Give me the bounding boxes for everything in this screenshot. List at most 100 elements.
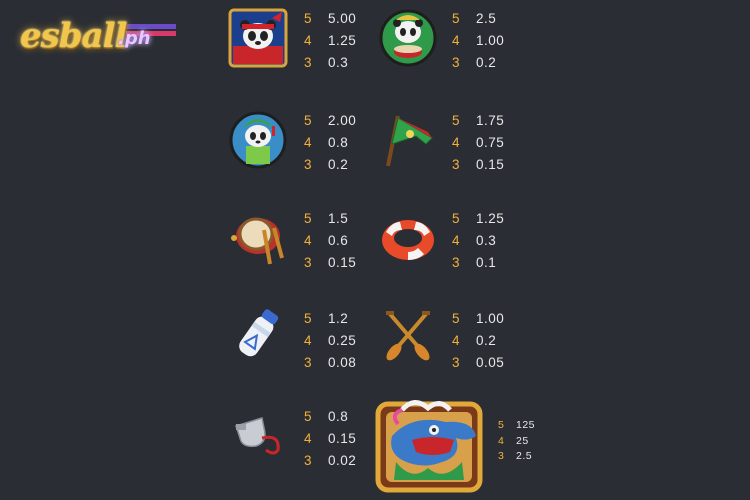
match-count: 3	[304, 355, 312, 370]
payout-value: 0.75	[476, 135, 505, 150]
match-count: 3	[498, 450, 504, 462]
match-count: 5	[452, 211, 460, 226]
payout-value: 0.8	[328, 409, 349, 424]
panda-drum-icon	[379, 9, 437, 67]
payout-value: 0.08	[328, 355, 357, 370]
match-count: 3	[452, 255, 460, 270]
pay-row: 4 0.2	[452, 330, 504, 352]
match-count: 5	[304, 409, 312, 424]
pay-row: 3 0.3	[304, 52, 356, 74]
payout-value: 0.8	[328, 135, 349, 150]
pay-row: 5 1.5	[304, 208, 356, 230]
match-count: 4	[498, 434, 504, 447]
brand-logo: esball .ph	[14, 10, 176, 60]
payout-value: 1.5	[328, 211, 349, 226]
pay-row: 5 1.00	[452, 308, 504, 330]
payout-value: 0.15	[476, 157, 505, 172]
pay-row: 5 0.8	[304, 406, 356, 428]
pay-row: 3 0.08	[304, 352, 356, 374]
match-count: 4	[452, 233, 460, 248]
match-count: 4	[304, 333, 312, 348]
panda-headband-icon	[228, 8, 288, 68]
match-count: 3	[304, 157, 312, 172]
match-count: 4	[452, 33, 460, 48]
match-count: 3	[304, 255, 312, 270]
payout-value: 1.2	[328, 311, 349, 326]
match-count: 4	[304, 431, 312, 446]
pay-row: 3 0.15	[304, 252, 356, 274]
payout-value: 2.5	[516, 450, 533, 462]
match-count: 3	[304, 55, 312, 70]
match-count: 5	[452, 311, 460, 326]
pay-row: 5 2.5	[452, 8, 504, 30]
match-count: 4	[304, 33, 312, 48]
drum-icon	[231, 217, 284, 265]
payout-value: 1.00	[476, 33, 505, 48]
payout-value: 0.2	[476, 333, 497, 348]
payout-value: 0.1	[476, 255, 497, 270]
dragon-head-icon	[375, 400, 483, 493]
pay-row: 3 0.15	[452, 154, 504, 176]
payout-value: 0.6	[328, 233, 349, 248]
pay-row: 4 25	[498, 434, 535, 450]
match-count: 4	[452, 333, 460, 348]
payout-value: 0.05	[476, 355, 505, 370]
pay-row: 4 0.75	[452, 132, 504, 154]
pay-row: 4 0.6	[304, 230, 356, 252]
payout-value: 2.5	[476, 11, 497, 26]
payout-value: 1.00	[476, 311, 505, 326]
payout-value: 0.15	[328, 255, 357, 270]
payout-value: 1.25	[328, 33, 357, 48]
pay-row: 5 5.00	[304, 8, 356, 30]
pay-row: 5 2.00	[304, 110, 356, 132]
pay-row: 3 0.05	[452, 352, 504, 374]
payout-value: 0.02	[328, 453, 357, 468]
payout-value: 5.00	[328, 11, 357, 26]
logo-main-text: esball	[20, 16, 127, 56]
payout-value: 0.15	[328, 431, 357, 446]
pay-row: 5 1.2	[304, 308, 356, 330]
match-count: 5	[304, 211, 312, 226]
payout-value: 0.2	[328, 157, 349, 172]
match-count: 5	[304, 311, 312, 326]
payout-value: 1.75	[476, 113, 505, 128]
payout-value: 0.25	[328, 333, 357, 348]
pay-row: 3 2.5	[498, 449, 535, 465]
crossed-paddles-icon	[386, 311, 430, 361]
match-count: 5	[452, 113, 460, 128]
match-count: 3	[452, 55, 460, 70]
match-count: 5	[304, 113, 312, 128]
logo-suffix-text: .ph	[118, 28, 151, 49]
match-count: 3	[452, 157, 460, 172]
match-count: 3	[304, 453, 312, 468]
pay-row: 4 0.3	[452, 230, 504, 252]
pay-row: 5 1.75	[452, 110, 504, 132]
payout-value: 1.25	[476, 211, 505, 226]
match-count: 4	[452, 135, 460, 150]
panda-green-vest-icon	[229, 111, 287, 169]
pay-row: 3 0.2	[304, 154, 356, 176]
green-flag-icon	[386, 115, 433, 167]
payout-value: 0.3	[476, 233, 497, 248]
match-count: 3	[452, 355, 460, 370]
payout-value: 25	[516, 434, 529, 447]
pay-row: 3 0.2	[452, 52, 504, 74]
match-count: 5	[452, 11, 460, 26]
pay-row: 5 125	[498, 418, 535, 434]
pay-row: 4 0.25	[304, 330, 356, 352]
match-count: 4	[304, 233, 312, 248]
match-count: 5	[498, 419, 504, 431]
pay-row: 4 0.8	[304, 132, 356, 154]
payout-value: 125	[516, 419, 536, 431]
pay-row: 3 0.1	[452, 252, 504, 274]
payout-value: 0.3	[328, 55, 349, 70]
payout-value: 2.00	[328, 113, 357, 128]
pay-row: 4 1.25	[304, 30, 356, 52]
whistle-icon	[235, 417, 280, 455]
life-ring-icon	[382, 220, 434, 260]
payout-value: 0.2	[476, 55, 497, 70]
pay-row: 4 0.15	[304, 428, 356, 450]
pay-row: 5 1.25	[452, 208, 504, 230]
water-bottle-icon	[239, 309, 279, 357]
match-count: 4	[304, 135, 312, 150]
